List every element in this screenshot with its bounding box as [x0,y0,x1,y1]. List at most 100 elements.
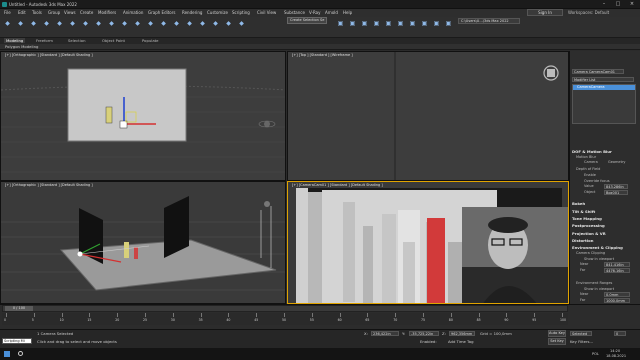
object-name-field[interactable]: Camera CameraCam01 [572,69,624,74]
select-by-name-icon[interactable]: ◆ [81,19,90,28]
project-path-field[interactable]: C:\Users\U…\3ds Max 2022 [458,18,520,24]
keyboard-language[interactable]: POL [592,352,599,356]
viewport-camera[interactable]: [+] [CameraCam01 ] [Standard ] [Default … [287,181,569,304]
stack-item[interactable]: CameraCamera [573,85,635,90]
menu-item-create[interactable]: Create [80,10,93,15]
schematic-icon[interactable]: ▣ [396,19,405,28]
show-in-viewport-checkbox[interactable]: Show in viewport [584,257,614,261]
rollout-tilt-shift[interactable]: Tilt & Shift [572,209,595,214]
sign-in-button[interactable]: Sign In [527,9,563,16]
time-slider[interactable]: 0 / 100 [2,305,568,312]
maxscript-listener[interactable]: Scripting Mi [2,338,32,344]
move-icon[interactable]: ◆ [120,19,129,28]
curve-editor-icon[interactable]: ▣ [384,19,393,28]
menu-item-v-ray[interactable]: V-Ray [309,10,320,15]
menu-item-substance[interactable]: Substance [284,10,305,15]
near-2-spinner[interactable]: 0.0mm [604,292,630,297]
ribbon-tab-object-paint[interactable]: Object Paint [102,38,125,43]
workspaces-dropdown[interactable]: Workspaces: Default [568,10,609,15]
rollout-postprocessing[interactable]: Postprocessing [572,223,605,228]
x-coordinate-field[interactable]: 236,422in [371,331,399,336]
undo-icon[interactable]: ◆ [3,19,12,28]
object-radio[interactable]: Object [584,190,595,194]
scene-explorer-icon[interactable]: ▣ [372,19,381,28]
menu-item-help[interactable]: Help [343,10,352,15]
minimize-button[interactable]: – [598,1,610,7]
time-slider-handle[interactable]: 0 / 100 [5,306,33,311]
rollout-bokeh[interactable]: Bokeh [572,201,585,206]
menu-item-rendering[interactable]: Rendering [182,10,202,15]
viewport-label[interactable]: [+] [CameraCam01 ] [Standard ] [Default … [292,183,383,187]
track-bar[interactable]: 0 5 10 15 20 25 30 35 40 45 50 55 60 65 70 75 80 85 90 95 10… [2,313,568,325]
selected-dropdown[interactable]: Selected [570,331,592,336]
percent-snap-icon[interactable]: ◆ [224,19,233,28]
ribbon-tab-selection[interactable]: Selection [68,38,86,43]
menu-item-customize[interactable]: Customize [207,10,228,15]
angle-snap-icon[interactable]: ◆ [211,19,220,28]
add-time-tag[interactable]: Add Time Tag [448,339,473,344]
rollout-projection[interactable]: Projection & VR [572,231,606,236]
windows-start-icon[interactable] [4,351,10,357]
menu-item-tools[interactable]: Tools [32,10,42,15]
render-frame-icon[interactable]: ▣ [432,19,441,28]
rollout-environment[interactable]: Environment & Clipping [572,245,623,250]
show-in-viewport-2-checkbox[interactable]: Show in viewport [584,287,614,291]
far-spinner[interactable]: 4476.16in [604,268,630,273]
render-icon[interactable]: ▣ [444,19,453,28]
z-coordinate-field[interactable]: 962,356mm [449,331,475,336]
rollout-tone-mapping[interactable]: Tone Mapping [572,216,602,221]
layer-icon[interactable]: ▣ [360,19,369,28]
link-icon[interactable]: ◆ [29,19,38,28]
redo-icon[interactable]: ◆ [16,19,25,28]
menu-item-views[interactable]: Views [64,10,76,15]
override-focus-checkbox[interactable]: Override focus [584,179,610,183]
current-frame-field[interactable]: 0 [614,331,626,336]
menu-item-file[interactable]: File [4,10,11,15]
material-editor-icon[interactable]: ▣ [408,19,417,28]
ribbon-tab-modeling[interactable]: Modeling [4,38,26,43]
enable-checkbox[interactable]: Enable [584,173,596,177]
scale-icon[interactable]: ◆ [146,19,155,28]
viewport-top[interactable]: [+] [Top ] [Standard ] [Wireframe ] [287,51,569,181]
menu-item-edit[interactable]: Edit [18,10,26,15]
ribbon-tab-populate[interactable]: Populate [142,38,159,43]
auto-key-button[interactable]: Auto Key [548,330,566,337]
key-filters-button[interactable]: Key Filters... [570,339,593,344]
rect-select-icon[interactable]: ◆ [94,19,103,28]
search-icon[interactable] [18,351,23,356]
viewport-orthographic-bottom[interactable]: [+] [Orthographic ] [Standard ] [Default… [0,181,286,304]
viewport-label[interactable]: [+] [Top ] [Standard ] [Wireframe ] [292,53,353,57]
unlink-icon[interactable]: ◆ [42,19,51,28]
camera-radio[interactable]: Camera [584,160,598,164]
viewport-orthographic-top[interactable]: [+] [Orthographic ] [Standard ] [Default… [0,51,286,181]
viewport-label[interactable]: [+] [Orthographic ] [Standard ] [Default… [5,183,93,187]
pivot-icon[interactable]: ◆ [185,19,194,28]
window-crossing-icon[interactable]: ◆ [107,19,116,28]
modifier-list-dropdown[interactable]: Modifier List [572,77,634,82]
menu-item-animation[interactable]: Animation [123,10,143,15]
menu-item-graph-editors[interactable]: Graph Editors [148,10,175,15]
spinner-snap-icon[interactable]: ◆ [237,19,246,28]
viewport-label[interactable]: [+] [Orthographic ] [Standard ] [Default… [5,53,93,57]
rollout-distortion[interactable]: Distortion [572,238,593,243]
maximize-button[interactable]: □ [612,1,624,7]
ribbon-tab-freeform[interactable]: Freeform [36,38,53,43]
y-coordinate-field[interactable]: -35,725,22in [409,331,439,336]
reference-coord-icon[interactable]: ◆ [172,19,181,28]
set-key-button[interactable]: Set Key [548,338,566,345]
value-spinner[interactable]: 843.286in [604,184,628,189]
object-pick-button[interactable]: Box001 [604,190,628,195]
mirror-icon[interactable]: ▣ [336,19,345,28]
select-icon[interactable]: ◆ [68,19,77,28]
bind-icon[interactable]: ◆ [55,19,64,28]
menu-item-civil-view[interactable]: Civil View [257,10,276,15]
place-icon[interactable]: ◆ [159,19,168,28]
rotate-icon[interactable]: ◆ [133,19,142,28]
close-button[interactable]: × [626,1,638,7]
geometry-radio[interactable]: Geometry [608,160,625,164]
render-setup-icon[interactable]: ▣ [420,19,429,28]
menu-item-arnold[interactable]: Arnold [325,10,338,15]
rollout-dof[interactable]: DOF & Motion Blur [572,149,612,154]
menu-item-modifiers[interactable]: Modifiers [98,10,116,15]
far-2-spinner[interactable]: 1000.0mm [604,298,630,303]
